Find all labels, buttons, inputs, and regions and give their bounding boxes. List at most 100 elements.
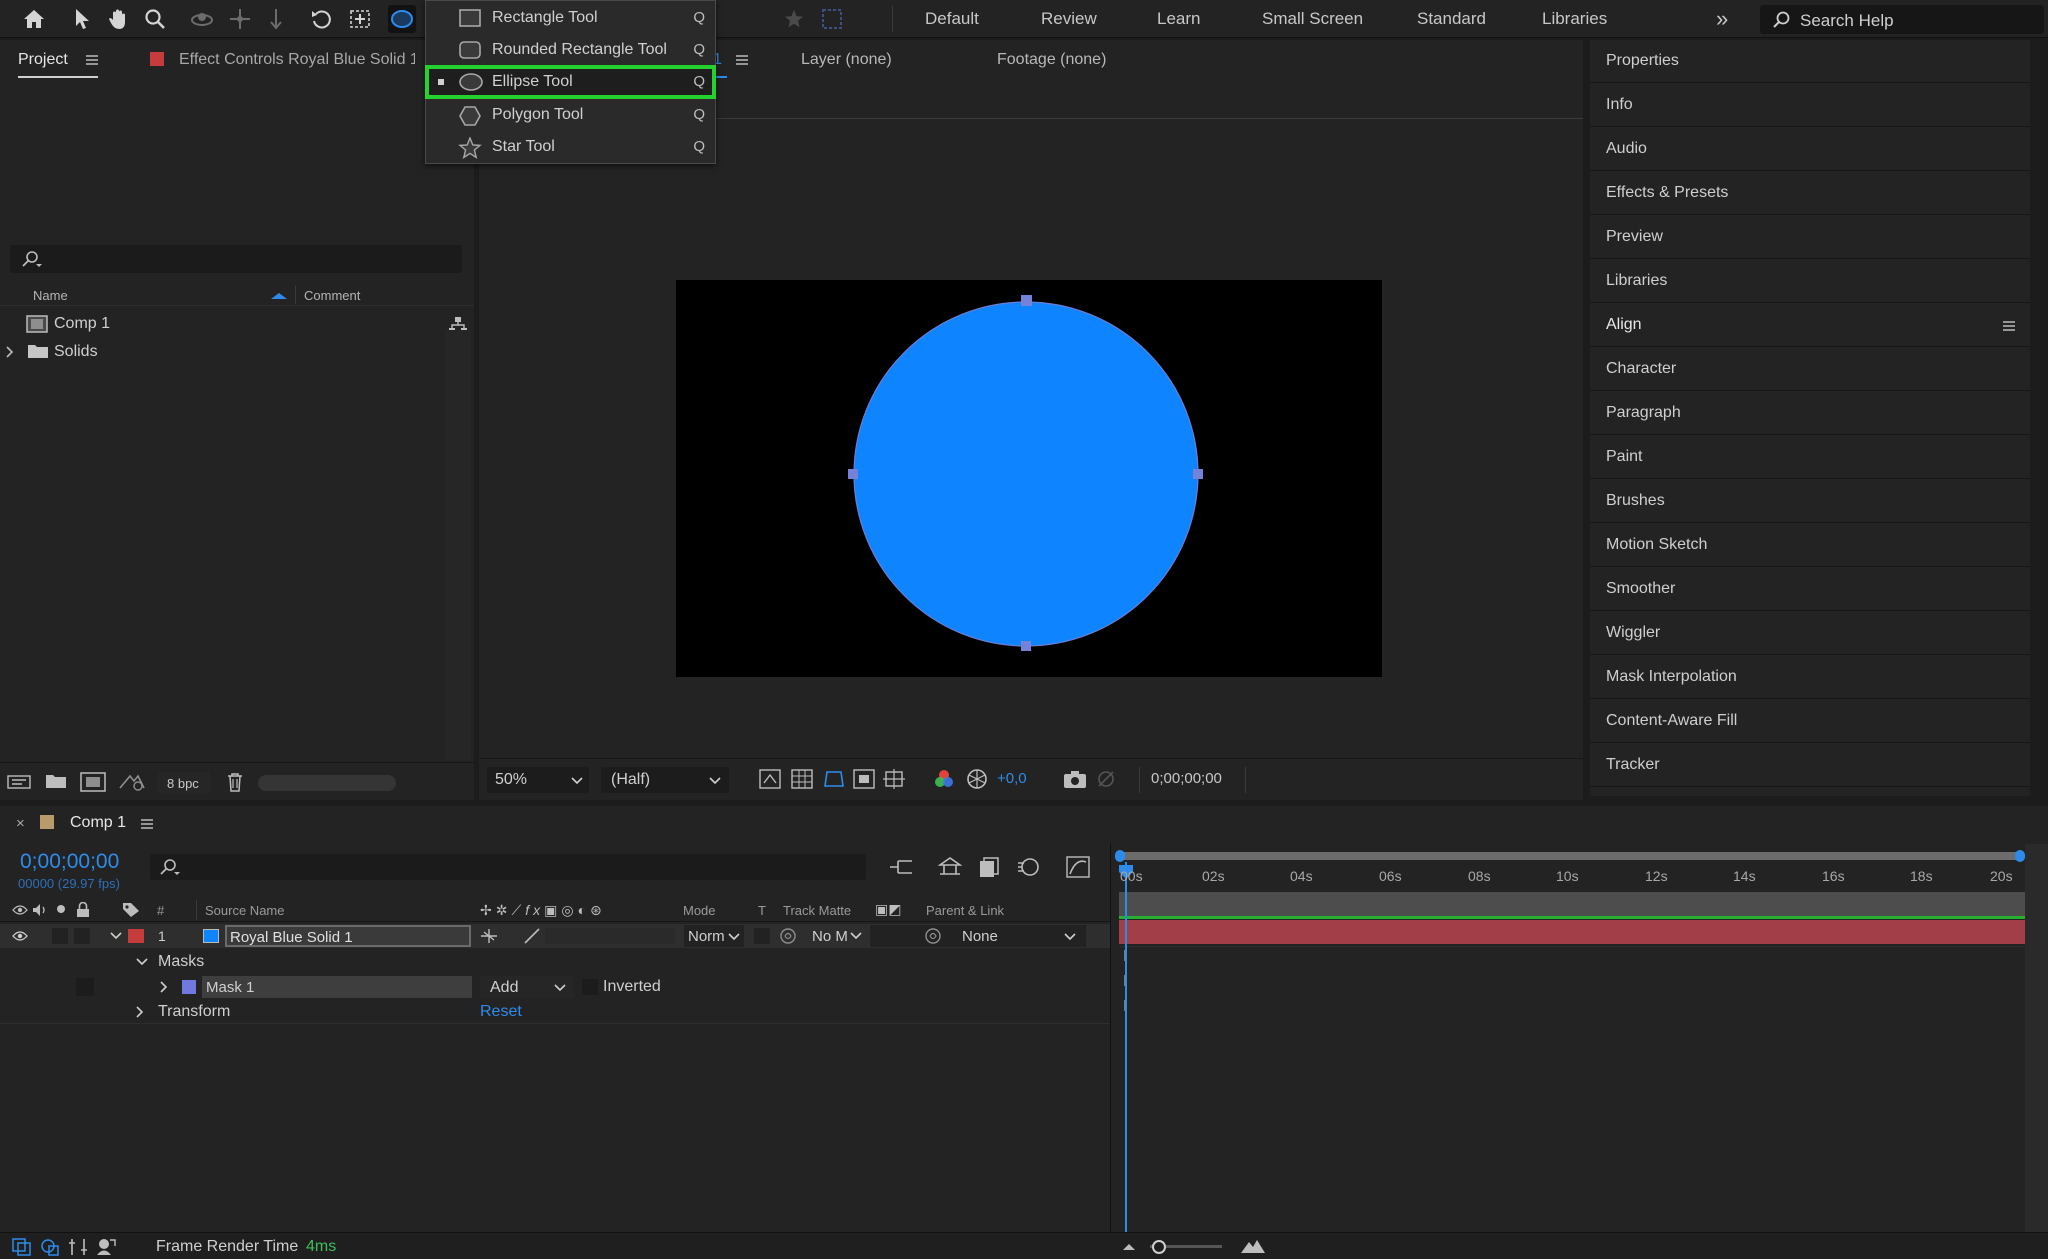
- region-of-interest-icon[interactable]: [853, 769, 875, 789]
- layer-duration-bar[interactable]: [1119, 920, 2025, 944]
- draft-3d-icon[interactable]: [938, 856, 962, 878]
- fast-previews-icon[interactable]: [759, 769, 781, 789]
- trash-icon[interactable]: [226, 772, 244, 792]
- eye-icon[interactable]: [12, 930, 28, 942]
- tab-comp-1[interactable]: Comp 1: [70, 814, 126, 832]
- menu-item-polygon-tool[interactable]: Polygon Tool Q: [426, 99, 715, 131]
- panel-libraries[interactable]: Libraries: [1590, 260, 2030, 303]
- sort-ascending-icon[interactable]: [270, 292, 288, 300]
- thumbnail-size-slider[interactable]: [258, 775, 396, 791]
- panel-mask-interpolation[interactable]: Mask Interpolation: [1590, 656, 2030, 699]
- selection-tool-icon[interactable]: [68, 5, 96, 33]
- project-scrollbar[interactable]: [445, 330, 471, 760]
- rotate-tool-icon[interactable]: [308, 5, 336, 33]
- timeline-zoom-handle[interactable]: [1152, 1240, 1166, 1254]
- workspace-standard[interactable]: Standard: [1417, 9, 1486, 29]
- panel-menu-icon[interactable]: [140, 818, 154, 830]
- panel-menu-icon[interactable]: [85, 54, 99, 66]
- tab-project[interactable]: Project: [18, 51, 68, 69]
- zoom-in-icon[interactable]: [1240, 1238, 1266, 1254]
- color-management-icon[interactable]: [966, 768, 988, 790]
- mask-vertex-left[interactable]: [848, 469, 858, 479]
- preserve-transparency-toggle[interactable]: [754, 928, 770, 944]
- workspace-libraries[interactable]: Libraries: [1542, 9, 1607, 29]
- panel-tracker[interactable]: Tracker: [1590, 744, 2030, 787]
- hand-tool-icon[interactable]: [104, 5, 132, 33]
- anchor-point-tool-icon[interactable]: [346, 5, 374, 33]
- project-settings-icon[interactable]: [118, 772, 146, 792]
- tab-layer[interactable]: Layer (none): [801, 51, 892, 69]
- render-time-icon[interactable]: [96, 1238, 116, 1256]
- panel-align[interactable]: Align: [1590, 304, 2030, 347]
- inverted-checkbox[interactable]: [582, 979, 598, 995]
- work-area-bar[interactable]: [1119, 852, 2025, 860]
- search-help-field[interactable]: Search Help: [1760, 5, 2044, 34]
- composition-frame[interactable]: [676, 280, 1382, 677]
- mask-lock-toggle[interactable]: [76, 978, 94, 996]
- mask-vertex-top[interactable]: [1021, 295, 1032, 306]
- panel-paint[interactable]: Paint: [1590, 436, 2030, 479]
- roto-brush-icon[interactable]: [818, 5, 846, 33]
- column-name[interactable]: Name: [33, 288, 68, 303]
- panel-audio[interactable]: Audio: [1590, 128, 2030, 171]
- color-channels-icon[interactable]: [933, 768, 955, 790]
- chevron-down-icon[interactable]: [850, 932, 862, 940]
- workspace-default[interactable]: Default: [925, 9, 979, 29]
- lock-toggle[interactable]: [74, 928, 90, 944]
- chevron-right-icon[interactable]: [160, 981, 168, 993]
- mask-visibility-icon[interactable]: [823, 769, 845, 789]
- switch-cells[interactable]: [545, 928, 675, 944]
- menu-item-star-tool[interactable]: Star Tool Q: [426, 131, 715, 163]
- panel-info[interactable]: Info: [1590, 84, 2030, 127]
- current-time-indicator[interactable]: [1125, 862, 1127, 1232]
- time-graph[interactable]: I I I: [1110, 844, 2048, 1232]
- column-source-name[interactable]: Source Name: [205, 903, 284, 918]
- track-matte-value[interactable]: No M: [812, 928, 848, 945]
- tab-effect-controls[interactable]: Effect Controls Royal Blue Solid 1: [179, 51, 415, 69]
- pick-whip-icon[interactable]: [779, 927, 797, 945]
- chevron-down-icon[interactable]: [136, 958, 148, 966]
- menu-item-rectangle-tool[interactable]: Rectangle Tool Q: [426, 2, 715, 34]
- close-tab-icon[interactable]: ×: [16, 815, 25, 832]
- mask-vertex-bottom[interactable]: [1021, 641, 1031, 651]
- panel-content-aware-fill[interactable]: Content-Aware Fill: [1590, 700, 2030, 743]
- panel-smoother[interactable]: Smoother: [1590, 568, 2030, 611]
- new-folder-icon[interactable]: [45, 773, 67, 789]
- mask-vertex-right[interactable]: [1193, 469, 1203, 479]
- zoom-dropdown[interactable]: 50%: [487, 767, 589, 793]
- panel-paragraph[interactable]: Paragraph: [1590, 392, 2030, 435]
- quality-icon[interactable]: [523, 928, 541, 944]
- zoom-out-icon[interactable]: [1122, 1242, 1136, 1252]
- layer-name-field[interactable]: Royal Blue Solid 1: [225, 925, 471, 947]
- chevron-right-icon[interactable]: [6, 346, 14, 358]
- home-icon[interactable]: [20, 5, 48, 33]
- new-composition-icon[interactable]: [80, 772, 106, 792]
- ellipse-tool-icon[interactable]: [388, 5, 416, 33]
- transparency-grid-icon[interactable]: [791, 769, 813, 789]
- parent-pick-whip-icon[interactable]: [924, 927, 942, 945]
- work-area-start-handle[interactable]: [1115, 850, 1125, 862]
- pan-camera-icon[interactable]: [226, 5, 254, 33]
- mask-mode-dropdown[interactable]: Add: [480, 976, 574, 998]
- more-workspaces-icon[interactable]: »: [1716, 6, 1728, 32]
- grid-guides-icon[interactable]: [883, 769, 905, 789]
- viewer-timecode[interactable]: 0;00;00;00: [1151, 770, 1222, 787]
- snapshot-camera-icon[interactable]: [1063, 769, 1087, 789]
- tab-footage[interactable]: Footage (none): [997, 51, 1106, 69]
- panel-menu-icon[interactable]: [735, 54, 749, 66]
- mask-color-swatch[interactable]: [182, 980, 196, 994]
- solo-toggle[interactable]: [52, 928, 68, 944]
- list-item-comp[interactable]: Comp 1: [0, 311, 445, 337]
- royal-blue-solid-masked[interactable]: [676, 280, 1382, 677]
- list-item-solids-folder[interactable]: Solids: [0, 338, 445, 364]
- column-comment[interactable]: Comment: [304, 288, 360, 303]
- interpret-footage-icon[interactable]: [7, 773, 31, 791]
- chevron-down-icon[interactable]: [110, 932, 122, 940]
- panel-preview[interactable]: Preview: [1590, 216, 2030, 259]
- current-time-display[interactable]: 0;00;00;00: [20, 850, 119, 874]
- panel-wiggler[interactable]: Wiggler: [1590, 612, 2030, 655]
- panel-motion-sketch[interactable]: Motion Sketch: [1590, 524, 2030, 567]
- work-area-end-handle[interactable]: [2015, 850, 2025, 862]
- panel-menu-icon[interactable]: [2002, 320, 2016, 332]
- timeline-search-input[interactable]: [150, 854, 866, 880]
